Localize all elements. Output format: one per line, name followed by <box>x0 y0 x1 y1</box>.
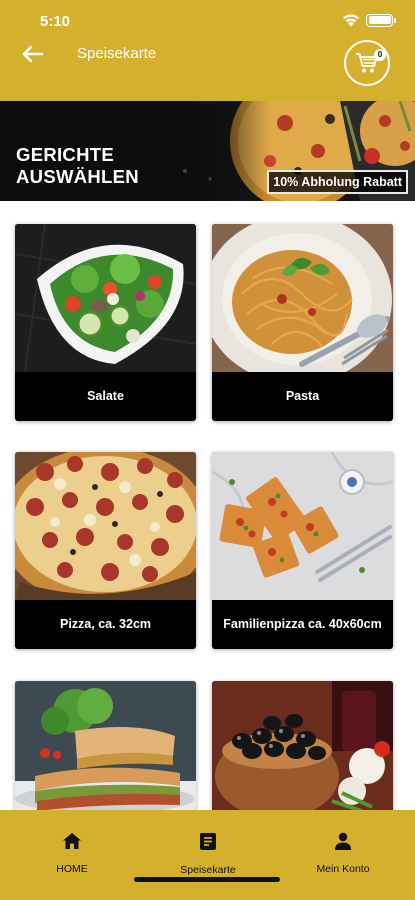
page-title: Speisekarte <box>77 45 157 62</box>
category-label: Salate <box>87 389 124 403</box>
status-time: 5:10 <box>40 13 71 30</box>
category-label: Pasta <box>285 389 320 403</box>
nav-label: Speisekarte <box>180 864 236 876</box>
discount-badge: 10% Abholung Rabatt <box>267 170 408 194</box>
bottom-navigation: HOME Speisekarte Mein Konto <box>0 810 415 900</box>
home-indicator <box>134 877 280 882</box>
sandwich-image <box>15 681 196 810</box>
pasta-image <box>212 224 393 372</box>
category-grid: Salate Pasta Pizza, ca. 32cm Familienpiz… <box>0 201 415 810</box>
arrow-left-icon <box>22 45 44 63</box>
category-card-antipasti[interactable] <box>212 681 393 810</box>
category-card-salate[interactable]: Salate <box>15 224 196 421</box>
wifi-icon <box>343 14 359 27</box>
salad-image <box>15 224 196 372</box>
home-icon <box>63 833 81 849</box>
app-header: 5:10 Speisekarte 0 <box>0 0 415 101</box>
menu-book-icon <box>200 833 216 850</box>
nav-label: Mein Konto <box>316 863 370 875</box>
promo-banner: GERICHTE AUSWÄHLEN 10% Abholung Rabatt <box>0 101 415 201</box>
category-label: Familienpizza ca. 40x60cm <box>223 617 382 631</box>
category-card-pizza[interactable]: Pizza, ca. 32cm <box>15 452 196 649</box>
pizza-image <box>15 452 196 600</box>
back-button[interactable] <box>20 42 46 66</box>
person-icon <box>335 832 351 850</box>
nav-home[interactable]: HOME <box>12 832 132 875</box>
family-pizza-image <box>212 452 393 600</box>
cart-count-badge: 0 <box>374 49 386 61</box>
cart-button[interactable]: 0 <box>344 40 390 86</box>
category-label: Pizza, ca. 32cm <box>59 617 152 631</box>
status-icons <box>342 13 396 27</box>
banner-title: GERICHTE AUSWÄHLEN <box>16 144 139 187</box>
nav-speisekarte[interactable]: Speisekarte <box>148 832 268 876</box>
olives-image <box>212 681 393 810</box>
category-card-familienpizza[interactable]: Familienpizza ca. 40x60cm <box>212 452 393 649</box>
category-card-sandwich[interactable] <box>15 681 196 810</box>
nav-label: HOME <box>56 863 88 875</box>
category-card-pasta[interactable]: Pasta <box>212 224 393 421</box>
nav-mein-konto[interactable]: Mein Konto <box>283 832 403 875</box>
battery-icon <box>366 13 396 27</box>
